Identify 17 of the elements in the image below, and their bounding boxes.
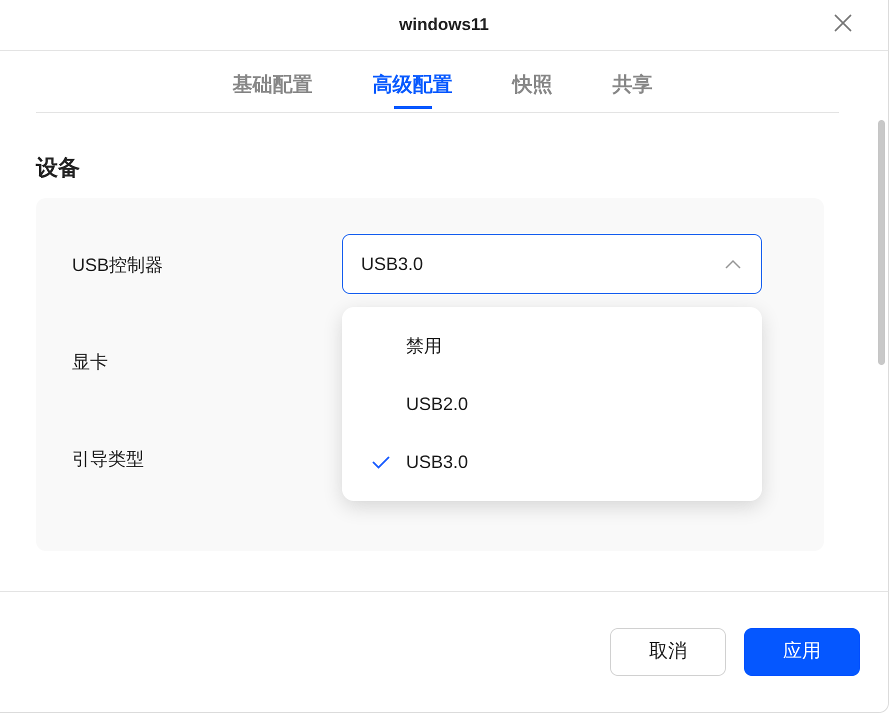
close-button[interactable] [832,12,854,34]
field-label: 显卡 [72,351,109,374]
select-field[interactable]: USB3.0 [342,234,762,294]
dropdown-option[interactable]: USB3.0 [342,433,762,491]
tab[interactable]: 共享 [612,51,652,112]
cancel-button[interactable]: 取消 [610,628,726,676]
tab[interactable]: 快照 [512,51,552,112]
window-title: windows11 [399,14,489,36]
field-label: 引导类型 [72,448,145,471]
apply-button[interactable]: 应用 [744,628,860,676]
dropdown-option[interactable]: 禁用 [342,317,762,375]
tab[interactable]: 高级配置 [372,51,452,112]
tab[interactable]: 基础配置 [232,51,312,112]
section-title: 设备 [36,154,81,182]
dropdown-option[interactable]: USB2.0 [342,375,762,433]
field-label: USB控制器 [72,254,164,277]
scrollbar[interactable] [878,120,885,365]
